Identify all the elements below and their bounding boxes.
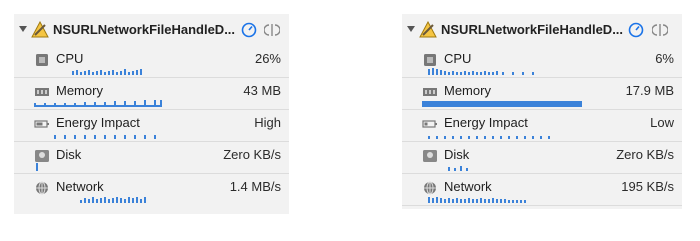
debug-navigator-panel-left: NSURLNetworkFileHandleD... CPU 26% Memor… — [14, 14, 289, 214]
debug-navigator-panel-right: NSURLNetworkFileHandleD... CPU 6% Memory… — [402, 14, 682, 209]
process-header[interactable]: NSURLNetworkFileHandleD... — [14, 14, 289, 44]
cpu-sparkline — [72, 69, 142, 75]
memory-sparkline — [422, 101, 582, 107]
xcode-app-icon — [31, 21, 49, 38]
cpu-sparkline — [428, 68, 534, 75]
gauge-row-energy-impact[interactable]: Energy Impact High — [14, 110, 289, 142]
disk-sparkline — [448, 166, 468, 171]
disclosure-triangle-icon[interactable] — [407, 26, 415, 32]
gauge-row-disk[interactable]: Disk Zero KB/s — [14, 142, 289, 174]
split-view-icon[interactable] — [264, 22, 280, 38]
gauge-row-cpu[interactable]: CPU 6% — [402, 46, 682, 78]
disclosure-triangle-icon[interactable] — [19, 26, 27, 32]
disk-sparkline — [36, 163, 38, 171]
gauge-row-cpu[interactable]: CPU 26% — [14, 46, 289, 78]
gauge-row-memory[interactable]: Memory 17.9 MB — [402, 78, 682, 110]
gauge-row-network[interactable]: Network 1.4 MB/s — [14, 174, 289, 206]
debug-gauge-icon[interactable] — [628, 22, 644, 38]
network-sparkline — [428, 197, 526, 203]
panel-bottom-edge — [14, 204, 289, 214]
process-name: NSURLNetworkFileHandleD... — [441, 22, 624, 37]
split-view-icon[interactable] — [652, 22, 668, 38]
gauge-row-energy-impact[interactable]: Energy Impact Low — [402, 110, 682, 142]
energy-sparkline — [428, 136, 550, 139]
energy-sparkline — [54, 135, 156, 139]
gauge-row-network[interactable]: Network 195 KB/s — [402, 174, 682, 206]
gauge-row-disk[interactable]: Disk Zero KB/s — [402, 142, 682, 174]
gauge-row-memory[interactable]: Memory 43 MB — [14, 78, 289, 110]
debug-gauge-icon[interactable] — [241, 22, 257, 38]
memory-sparkline — [34, 100, 162, 107]
xcode-app-icon — [419, 21, 437, 38]
process-name: NSURLNetworkFileHandleD... — [53, 22, 236, 37]
network-sparkline — [80, 197, 146, 203]
process-header[interactable]: NSURLNetworkFileHandleD... — [402, 14, 682, 44]
